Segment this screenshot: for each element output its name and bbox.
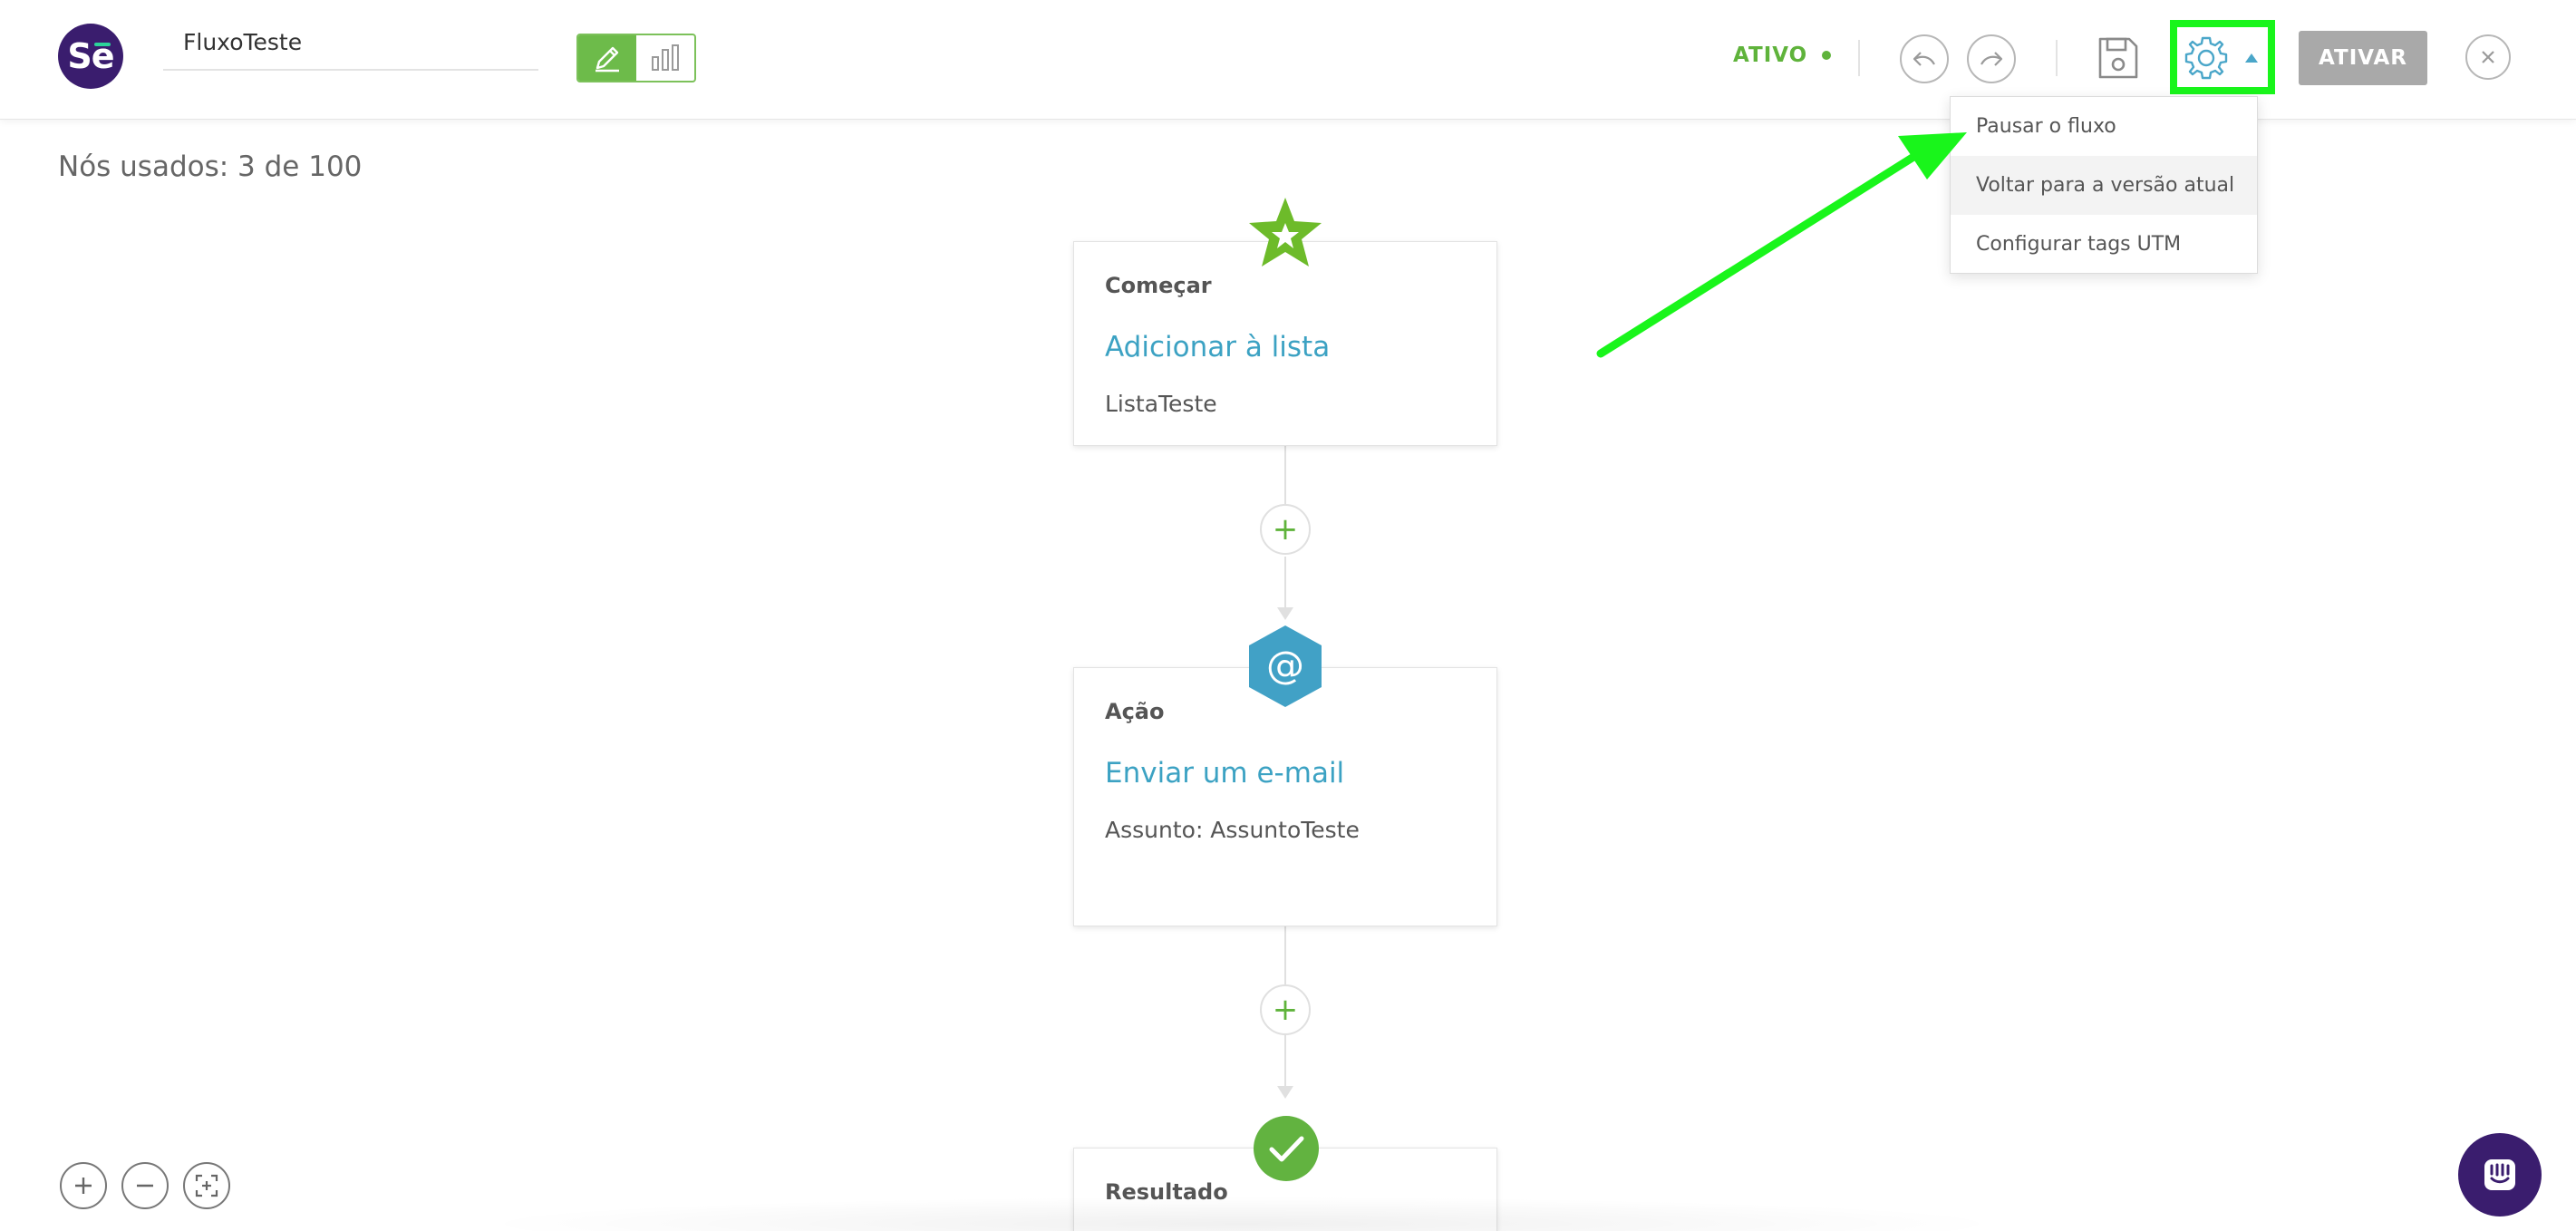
zoom-out-button[interactable] xyxy=(121,1162,169,1209)
save-button[interactable] xyxy=(2096,33,2141,83)
fit-screen-icon xyxy=(195,1174,218,1197)
connector-arrowhead xyxy=(1277,1086,1293,1099)
menu-item-revert-version[interactable]: Voltar para a versão atual xyxy=(1951,156,2257,215)
star-icon xyxy=(1249,198,1322,267)
zoom-in-button[interactable] xyxy=(60,1162,107,1209)
add-node-button[interactable]: + xyxy=(1260,504,1311,555)
connector-line xyxy=(1284,444,1286,508)
view-toggle xyxy=(576,34,696,82)
plus-icon xyxy=(75,1178,92,1194)
node-subtitle: Assunto: AssuntoTeste xyxy=(1105,817,1360,843)
settings-highlight-annotation xyxy=(2170,20,2275,94)
reports-mode-button[interactable] xyxy=(636,35,694,81)
floppy-disk-icon xyxy=(2098,37,2138,79)
fit-to-screen-button[interactable] xyxy=(183,1162,230,1209)
node-subtitle: ListaTeste xyxy=(1105,391,1217,417)
flow-name-input[interactable]: FluxoTeste xyxy=(163,27,538,71)
menu-item-utm-tags[interactable]: Configurar tags UTM xyxy=(1951,215,2257,274)
settings-menu: Pausar o fluxo Voltar para a versão atua… xyxy=(1950,96,2258,274)
brand-logo[interactable]: Se xyxy=(58,24,123,89)
status-dot xyxy=(1822,51,1832,60)
nodes-used-counter: Nós usados: 3 de 100 xyxy=(58,150,363,183)
edit-mode-button[interactable] xyxy=(578,35,636,81)
chat-widget-button[interactable] xyxy=(2458,1133,2542,1216)
undo-button[interactable] xyxy=(1900,34,1949,83)
chat-icon xyxy=(2484,1159,2515,1190)
status-label: ATIVO xyxy=(1733,44,1808,67)
connector-line xyxy=(1284,1035,1286,1086)
node-title[interactable]: Enviar um e-mail xyxy=(1105,757,1466,790)
close-button[interactable] xyxy=(2465,34,2511,80)
undo-icon xyxy=(1913,52,1935,66)
toolbar-divider xyxy=(1858,40,1860,76)
node-title[interactable]: Adicionar à lista xyxy=(1105,331,1466,363)
activate-button[interactable]: ATIVAR xyxy=(2299,31,2427,85)
at-icon: @ xyxy=(1249,625,1322,707)
menu-item-pause-flow[interactable]: Pausar o fluxo xyxy=(1951,97,2257,156)
toolbar-divider xyxy=(2056,40,2058,76)
flow-status: ATIVO xyxy=(1733,44,1832,67)
connector-arrowhead xyxy=(1277,607,1293,620)
check-icon xyxy=(1254,1116,1319,1181)
add-node-button[interactable]: + xyxy=(1260,984,1311,1035)
pencil-icon xyxy=(596,46,619,73)
canvas-bottom-shadow xyxy=(471,1197,2012,1231)
bar-chart-icon xyxy=(652,44,679,71)
minus-icon xyxy=(137,1184,153,1187)
connector-line xyxy=(1284,926,1286,986)
redo-button[interactable] xyxy=(1967,34,2016,83)
connector-line xyxy=(1284,557,1286,607)
svg-text:@: @ xyxy=(1266,643,1304,687)
logo-accent xyxy=(94,43,111,46)
close-icon xyxy=(2482,51,2494,63)
redo-icon xyxy=(1980,52,2003,66)
